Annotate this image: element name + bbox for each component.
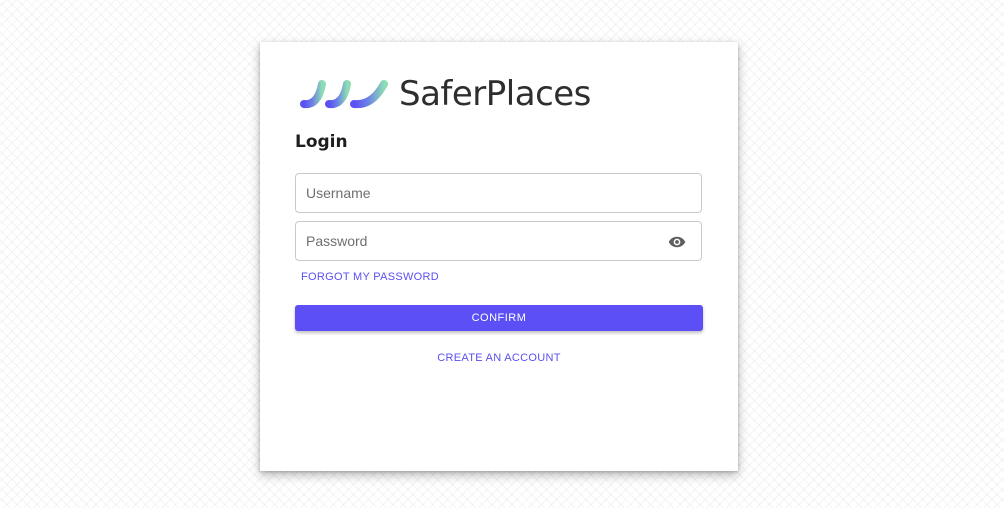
eye-icon[interactable] xyxy=(668,233,686,251)
username-field xyxy=(295,173,702,213)
confirm-button[interactable]: CONFIRM xyxy=(295,305,703,331)
brand-logo: SaferPlaces xyxy=(298,75,591,113)
forgot-password-link[interactable]: FORGOT MY PASSWORD xyxy=(301,271,439,283)
create-account-link[interactable]: CREATE AN ACCOUNT xyxy=(260,352,738,364)
brand-name: SaferPlaces xyxy=(399,74,591,114)
login-title: Login xyxy=(295,132,348,152)
wave-logo-icon xyxy=(300,80,388,109)
password-input[interactable] xyxy=(296,222,646,260)
password-field xyxy=(295,221,702,261)
username-input[interactable] xyxy=(296,174,646,212)
login-card: SaferPlaces Login FORGOT MY PASSWORD CON… xyxy=(260,42,738,471)
